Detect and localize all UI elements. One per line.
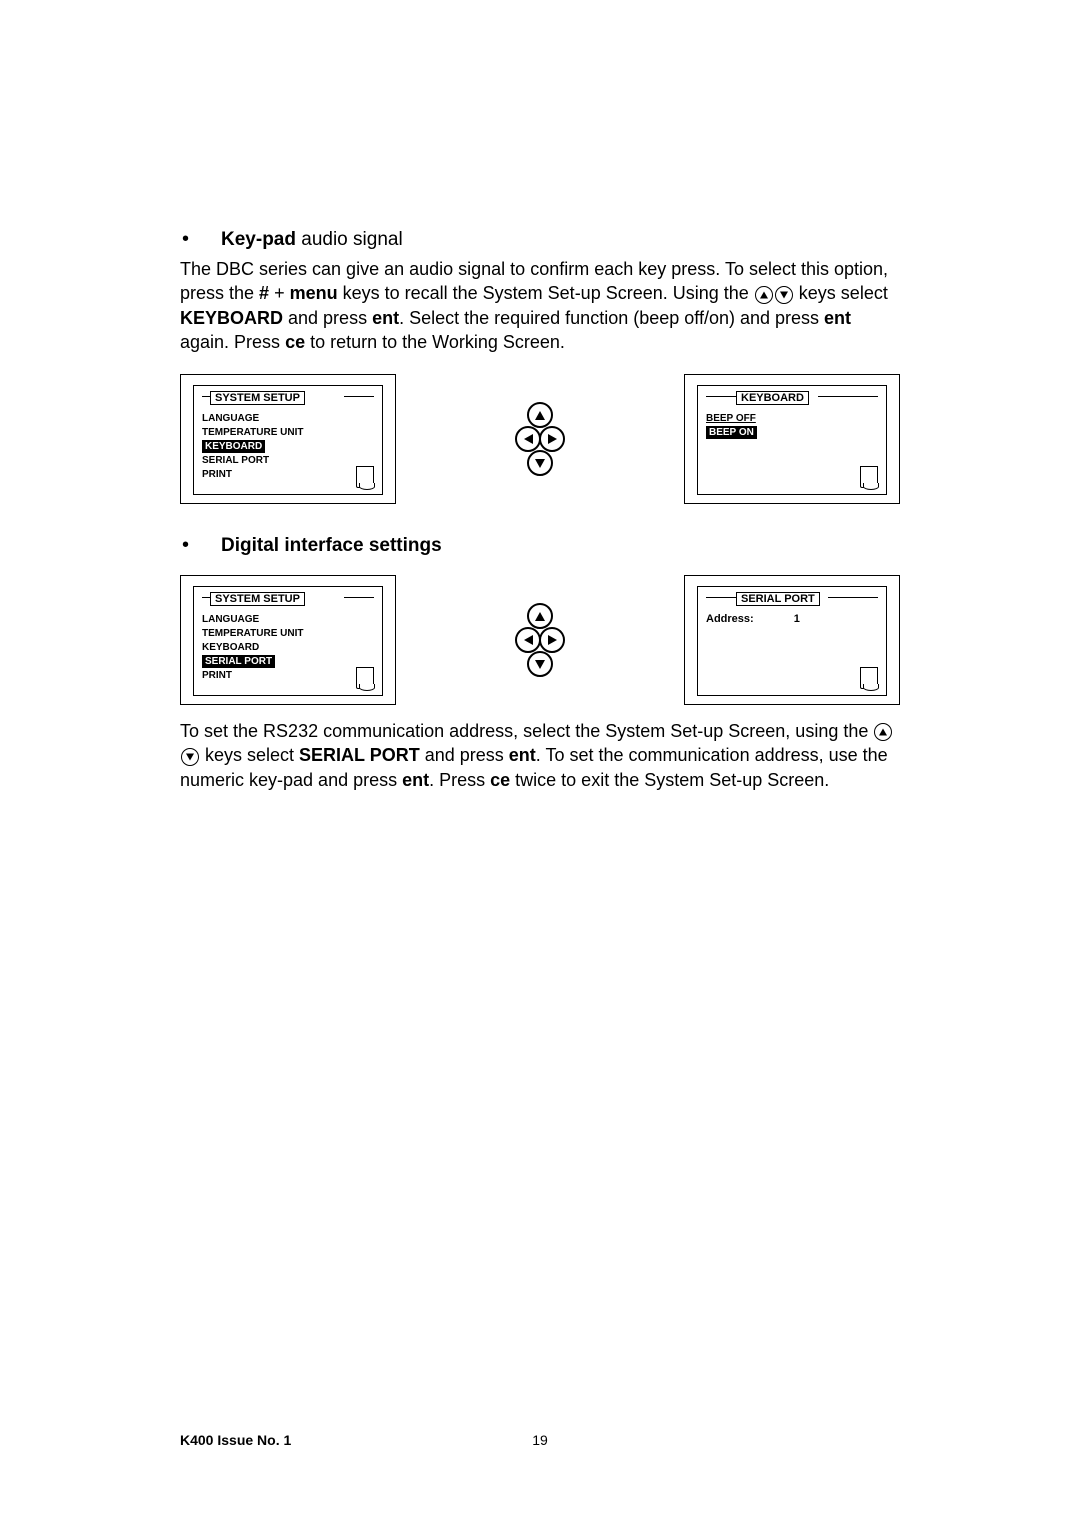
arrow-up-icon [874, 723, 892, 741]
screen-corner-icon [860, 667, 878, 689]
keypad-title-bold: Key-pad [221, 229, 296, 250]
system-setup-screen-1: SYSTEM SETUP LANGUAGE TEMPERATURE UNIT K… [180, 374, 396, 504]
digital-bullet-row: • Digital interface settings [180, 534, 900, 557]
digital-title: Digital interface settings [221, 535, 442, 557]
menu-items: LANGUAGE TEMPERATURE UNIT KEYBOARD SERIA… [202, 412, 374, 481]
dpad [516, 403, 564, 475]
screen-corner-icon [356, 667, 374, 689]
bullet-icon: • [182, 534, 189, 557]
footer: K400 Issue No. 1 19 [180, 1432, 900, 1448]
keypad-diagrams-row: SYSTEM SETUP LANGUAGE TEMPERATURE UNIT K… [180, 374, 900, 504]
dpad-left-icon [515, 426, 541, 452]
arrow-down-icon [181, 748, 199, 766]
menu-item: TEMPERATURE UNIT [202, 426, 374, 439]
screen-corner-icon [860, 466, 878, 488]
screen-title: SYSTEM SETUP [210, 592, 305, 606]
menu-items: BEEP OFF BEEP ON [706, 412, 878, 439]
screen-title: KEYBOARD [736, 391, 809, 405]
dpad-up-icon [527, 402, 553, 428]
footer-issue: K400 Issue No. 1 [180, 1432, 291, 1448]
dpad-down-icon [527, 450, 553, 476]
menu-items: LANGUAGE TEMPERATURE UNIT KEYBOARD SERIA… [202, 613, 374, 682]
keypad-title-rest: audio signal [296, 229, 403, 250]
address-value: 1 [794, 613, 800, 625]
dpad-down-icon [527, 651, 553, 677]
digital-paragraph: To set the RS232 communication address, … [180, 719, 900, 792]
keyboard-screen: KEYBOARD BEEP OFF BEEP ON [684, 374, 900, 504]
dpad-up-icon [527, 603, 553, 629]
screen-title: SERIAL PORT [736, 592, 820, 606]
menu-item: LANGUAGE [202, 613, 374, 626]
menu-item: PRINT [202, 468, 374, 481]
screen-title: SYSTEM SETUP [210, 391, 305, 405]
arrow-up-icon [755, 286, 773, 304]
bullet-icon: • [182, 228, 189, 251]
menu-item: LANGUAGE [202, 412, 374, 425]
menu-item: SERIAL PORT [202, 655, 374, 668]
address-label: Address: [706, 613, 754, 625]
arrow-down-icon [775, 286, 793, 304]
menu-item: BEEP OFF [706, 412, 878, 425]
dpad [516, 604, 564, 676]
keypad-paragraph: The DBC series can give an audio signal … [180, 257, 900, 354]
menu-item: KEYBOARD [202, 641, 374, 654]
dpad-right-icon [539, 426, 565, 452]
dpad-right-icon [539, 627, 565, 653]
menu-item: TEMPERATURE UNIT [202, 627, 374, 640]
serial-port-screen: SERIAL PORT Address: 1 [684, 575, 900, 705]
menu-item: KEYBOARD [202, 440, 374, 453]
system-setup-screen-2: SYSTEM SETUP LANGUAGE TEMPERATURE UNIT K… [180, 575, 396, 705]
keypad-title: Key-pad audio signal [221, 229, 403, 251]
footer-page-number: 19 [532, 1432, 548, 1448]
menu-item: BEEP ON [706, 426, 878, 439]
screen-corner-icon [356, 466, 374, 488]
menu-item: SERIAL PORT [202, 454, 374, 467]
dpad-left-icon [515, 627, 541, 653]
digital-diagrams-row: SYSTEM SETUP LANGUAGE TEMPERATURE UNIT K… [180, 575, 900, 705]
keypad-bullet-row: • Key-pad audio signal [180, 228, 900, 251]
address-row: Address: 1 [706, 613, 878, 625]
menu-item: PRINT [202, 669, 374, 682]
